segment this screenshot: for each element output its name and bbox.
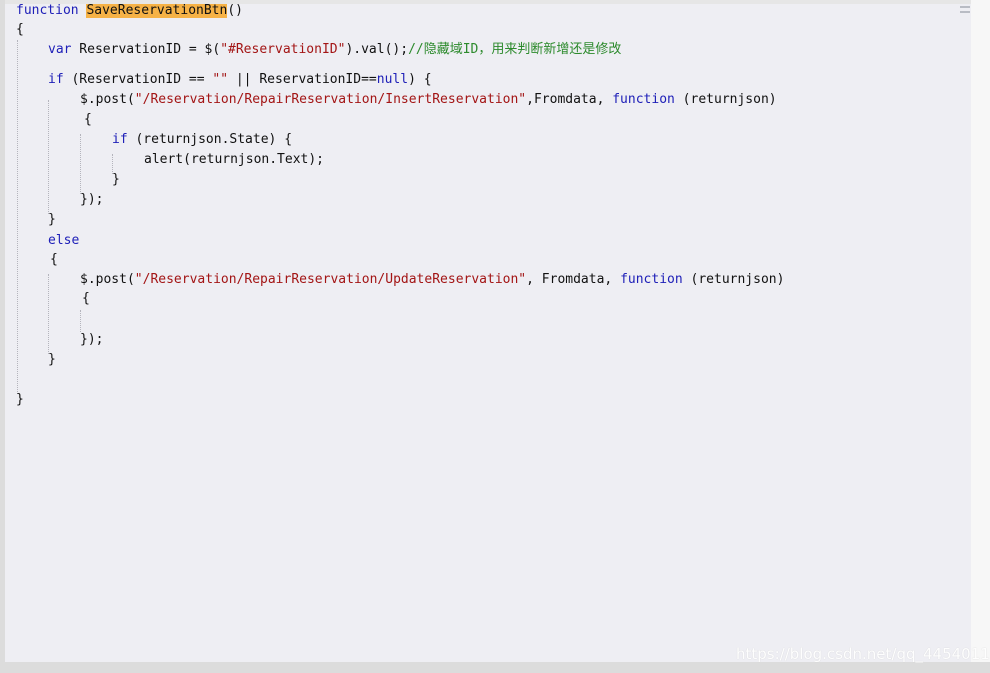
code-line-8[interactable]: alert(returnjson.Text); <box>144 150 324 170</box>
code-line-3[interactable]: var ReservationID = $("#ReservationID").… <box>48 40 621 60</box>
code-token: }); <box>80 192 104 207</box>
code-token: { <box>16 22 24 37</box>
code-line-15[interactable]: { <box>82 289 90 309</box>
code-token: () <box>227 4 243 18</box>
string-literal: "" <box>212 72 229 87</box>
code-line-7[interactable]: if (returnjson.State) { <box>112 130 292 150</box>
code-token: ) { <box>408 72 432 87</box>
code-token: , Fromdata, <box>526 272 621 287</box>
code-token: $.post( <box>80 92 135 107</box>
editor-right-margin <box>971 0 990 673</box>
code-token: { <box>84 112 92 127</box>
watermark-text: https://blog.csdn.net/qq_44540112 <box>736 645 990 663</box>
keyword-function: function <box>612 92 675 107</box>
code-line-1[interactable]: function SaveReservationBtn() <box>16 4 243 21</box>
split-handle-icon[interactable] <box>960 6 970 13</box>
code-token: } <box>112 172 120 187</box>
code-line-16[interactable]: }); <box>80 330 103 350</box>
code-token: } <box>48 212 56 227</box>
indent-guide <box>17 40 18 394</box>
code-comment: //隐藏域ID，用来判断新增还是修改 <box>408 42 622 57</box>
code-token: alert(returnjson.Text); <box>144 152 325 167</box>
code-line-17[interactable]: } <box>48 350 56 370</box>
keyword-function: function <box>16 4 79 18</box>
code-line-4[interactable]: if (ReservationID == "" || ReservationID… <box>48 70 432 90</box>
code-line-5[interactable]: $.post("/Reservation/RepairReservation/I… <box>80 90 777 110</box>
string-literal: "/Reservation/RepairReservation/UpdateRe… <box>134 272 527 287</box>
indent-guide <box>48 100 49 214</box>
keyword-else: else <box>48 233 80 248</box>
code-token: ,Fromdata, <box>526 92 613 107</box>
code-token: (returnjson) <box>682 272 785 287</box>
code-editor[interactable]: function SaveReservationBtn() { var Rese… <box>5 4 971 662</box>
code-token: { <box>50 252 58 267</box>
code-line-12[interactable]: else <box>48 231 79 251</box>
code-token: } <box>48 352 56 367</box>
code-token: ).val(); <box>345 42 409 57</box>
keyword-null: null <box>376 72 409 87</box>
indent-guide <box>80 310 81 332</box>
code-line-18[interactable]: } <box>16 390 24 410</box>
window-bottom-edge <box>0 662 990 673</box>
code-token: (returnjson.State) { <box>127 132 293 147</box>
code-token: } <box>16 392 24 407</box>
keyword-if: if <box>48 72 64 87</box>
code-line-10[interactable]: }); <box>80 190 103 210</box>
keyword-if: if <box>112 132 128 147</box>
code-token: { <box>82 291 90 306</box>
keyword-function: function <box>620 272 683 287</box>
code-token: || ReservationID== <box>228 72 377 87</box>
indent-guide <box>80 134 81 194</box>
code-line-9[interactable]: } <box>112 170 120 190</box>
code-token: (ReservationID == <box>63 72 213 87</box>
code-line-2[interactable]: { <box>16 20 24 40</box>
keyword-var: var <box>48 42 72 57</box>
code-line-13[interactable]: { <box>50 250 58 270</box>
code-line-11[interactable]: } <box>48 210 56 230</box>
code-token: (returnjson) <box>674 92 777 107</box>
code-token: ReservationID = $( <box>71 42 221 57</box>
string-literal: "#ReservationID" <box>220 42 346 57</box>
code-token: $.post( <box>80 272 135 287</box>
string-literal: "/Reservation/RepairReservation/InsertRe… <box>134 92 527 107</box>
code-line-14[interactable]: $.post("/Reservation/RepairReservation/U… <box>80 270 784 290</box>
function-name-highlighted: SaveReservationBtn <box>86 4 228 18</box>
code-line-6[interactable]: { <box>84 110 92 130</box>
indent-guide <box>48 274 49 354</box>
code-token: }); <box>80 332 104 347</box>
